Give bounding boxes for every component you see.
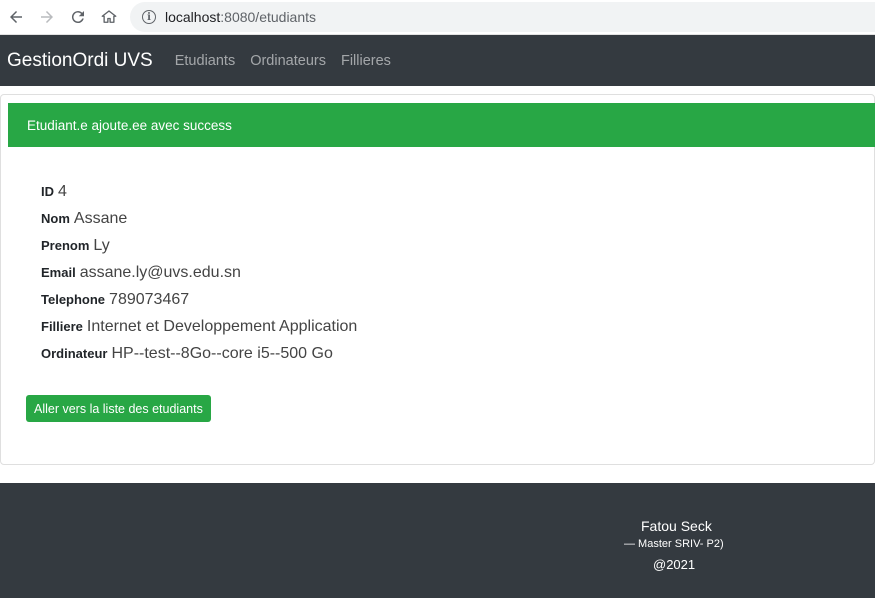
field-email: Email assane.ly@uvs.edu.sn [41,264,357,291]
field-label: Filliere [41,319,83,334]
browser-toolbar: i localhost:8080/etudiants [0,0,875,35]
field-label: Nom [41,211,70,226]
footer-subtitle: — Master SRIV- P2) [624,538,724,550]
field-ordinateur: Ordinateur HP--test--8Go--core i5--500 G… [41,345,357,372]
field-label: Ordinateur [41,346,108,361]
page-footer: Fatou Seck — Master SRIV- P2) @2021 [0,483,875,598]
field-value: assane.ly@uvs.edu.sn [79,264,241,281]
field-label: Prenom [41,238,90,253]
info-icon[interactable]: i [142,10,156,24]
field-value: Internet et Developpement Application [86,318,358,335]
home-icon[interactable] [94,2,124,32]
success-alert: Etudiant.e ajoute.ee avec success [8,103,875,147]
url-text: localhost:8080/etudiants [165,9,317,25]
back-arrow-icon[interactable] [1,2,31,32]
nav-link-etudiants[interactable]: Etudiants [175,53,235,69]
field-prenom: Prenom Ly [41,237,357,264]
field-label: ID [41,184,54,199]
student-details: ID 4 Nom Assane Prenom Ly Email assane.l… [41,183,357,372]
footer-author: Fatou Seck [641,518,712,534]
footer-year: @2021 [653,557,696,572]
nav-link-fillieres[interactable]: Fillieres [341,53,391,69]
nav-link-ordinateurs[interactable]: Ordinateurs [250,53,326,69]
field-value: 789073467 [109,291,190,308]
field-filliere: Filliere Internet et Developpement Appli… [41,318,357,345]
field-telephone: Telephone 789073467 [41,291,357,318]
field-value: 4 [58,183,67,200]
back-to-list-button[interactable]: Aller vers la liste des etudiants [26,395,211,422]
field-value: HP--test--8Go--core i5--500 Go [111,345,333,362]
field-label: Telephone [41,292,106,307]
field-nom: Nom Assane [41,210,357,237]
reload-icon[interactable] [63,2,93,32]
forward-arrow-icon[interactable] [32,2,62,32]
student-card: Etudiant.e ajoute.ee avec success ID 4 N… [0,94,875,465]
field-value: Assane [73,210,128,227]
app-navbar: GestionOrdi UVS Etudiants Ordinateurs Fi… [0,35,875,86]
navbar-brand[interactable]: GestionOrdi UVS [7,50,153,72]
field-value: Ly [93,237,110,254]
address-bar[interactable]: i localhost:8080/etudiants [130,2,875,32]
field-label: Email [41,265,76,280]
field-id: ID 4 [41,183,357,210]
